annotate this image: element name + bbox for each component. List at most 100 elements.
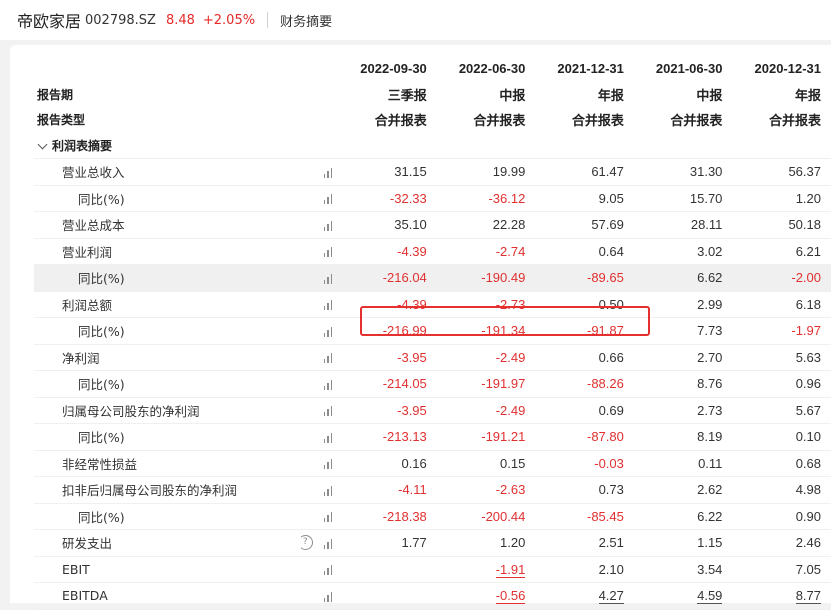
help-icon[interactable]: ? xyxy=(300,535,313,550)
value-cell: 6.21 xyxy=(732,238,831,265)
period-date[interactable]: 2022-09-30 xyxy=(338,56,437,82)
value-text: -85.45 xyxy=(587,508,624,524)
value-cell: 0.15 xyxy=(436,450,536,477)
table-row: 同比(%) -216.99 -191.34 -91.87 7.73 -1.97 xyxy=(34,317,831,345)
value-text: 4.59 xyxy=(697,588,723,605)
bar-chart-icon[interactable] xyxy=(323,300,333,311)
value-cell: 2.10 xyxy=(535,556,634,583)
value-cell[interactable]: 8.77 xyxy=(732,582,831,610)
bar-chart-icon[interactable] xyxy=(323,353,333,364)
value-cell: 5.67 xyxy=(732,397,831,424)
bar-chart-icon[interactable] xyxy=(323,194,333,205)
bar-chart-icon[interactable] xyxy=(323,167,333,178)
table-row: 归属母公司股东的净利润 -3.95 -2.49 0.69 2.73 5.67 xyxy=(34,397,831,424)
value-text: 2.70 xyxy=(697,349,723,365)
value-cell[interactable]: 4.59 xyxy=(633,582,733,610)
value-cell: -85.45 xyxy=(535,503,634,530)
value-cell[interactable]: -0.56 xyxy=(436,582,536,610)
value-text: -3.95 xyxy=(397,349,427,365)
value-text: -213.13 xyxy=(382,429,427,445)
value-text: 0.16 xyxy=(401,455,427,471)
value-cell: -89.65 xyxy=(535,264,634,292)
value-cell[interactable]: -1.91 xyxy=(436,556,536,583)
bar-chart-icon[interactable] xyxy=(323,512,333,523)
table-row: 扣非后归属母公司股东的净利润 -4.11 -2.63 0.73 2.62 4.98 xyxy=(34,476,831,504)
company-name: 帝欧家居 xyxy=(17,12,82,31)
bar-chart-icon[interactable] xyxy=(323,485,333,496)
section-row[interactable]: 利润表摘要 xyxy=(34,132,831,159)
value-cell: 8.76 xyxy=(633,370,733,398)
period-date[interactable]: 2021-12-31 xyxy=(535,56,634,82)
bar-chart-icon[interactable] xyxy=(323,326,333,337)
value-text: 0.90 xyxy=(795,508,821,524)
stock-code: 002798.SZ xyxy=(85,12,156,28)
bar-chart-icon[interactable] xyxy=(323,432,333,443)
bar-chart-icon[interactable] xyxy=(323,273,333,284)
section-toggle[interactable]: 利润表摘要 xyxy=(34,132,301,159)
value-text: -0.03 xyxy=(594,455,624,471)
value-text: 4.98 xyxy=(795,482,821,498)
financial-summary-panel: 2022-09-30 2022-06-30 2021-12-31 2021-06… xyxy=(10,45,831,610)
bar-chart-icon[interactable] xyxy=(323,406,333,417)
value-cell: 50.18 xyxy=(732,211,831,239)
value-cell: -190.49 xyxy=(436,264,536,292)
value-text: 1.20 xyxy=(795,190,821,206)
value-text: -91.87 xyxy=(587,323,624,339)
value-text: 0.10 xyxy=(795,429,821,445)
row-label: 同比(%) xyxy=(34,317,301,345)
value-cell: -216.99 xyxy=(338,317,437,345)
value-text: 7.05 xyxy=(795,561,821,577)
table-row: 研发支出? 1.77 1.20 2.51 1.15 2.46 xyxy=(34,529,831,557)
period-type: 中报 xyxy=(499,87,526,103)
value-cell: 28.11 xyxy=(633,211,733,239)
row-label: 同比(%) xyxy=(34,370,301,398)
bar-chart-icon[interactable] xyxy=(323,379,333,390)
value-text: 31.30 xyxy=(689,164,723,180)
period-date[interactable]: 2021-06-30 xyxy=(634,56,733,82)
value-text: 8.76 xyxy=(697,376,723,392)
row-label: 同比(%) xyxy=(34,264,301,292)
bar-chart-icon[interactable] xyxy=(323,247,333,258)
value-cell: 0.16 xyxy=(338,450,437,477)
bar-chart-icon[interactable] xyxy=(323,459,333,470)
value-cell: -3.95 xyxy=(338,344,437,371)
value-text: -200.44 xyxy=(481,508,526,524)
row-label: EBITDA xyxy=(34,582,301,610)
bar-chart-icon[interactable] xyxy=(323,220,333,231)
row-label: 报告类型 xyxy=(37,113,86,128)
row-label: 非经常性损益 xyxy=(34,450,301,477)
period-date[interactable]: 2020-12-31 xyxy=(732,56,831,82)
value-cell: 19.99 xyxy=(436,158,536,186)
value-text: -89.65 xyxy=(587,270,624,286)
period-header-row: 2022-09-30 2022-06-30 2021-12-31 2021-06… xyxy=(34,56,831,82)
stock-price: 8.48 xyxy=(165,12,195,28)
bar-chart-icon[interactable] xyxy=(323,538,333,549)
value-text: 6.22 xyxy=(697,508,723,524)
value-cell: 7.73 xyxy=(633,317,733,345)
price-change: +2.05% xyxy=(202,12,256,28)
bar-chart-icon[interactable] xyxy=(323,591,333,602)
value-text: 61.47 xyxy=(591,164,624,180)
value-cell: 0.90 xyxy=(732,503,831,530)
value-cell: -213.13 xyxy=(338,423,437,451)
value-cell: 57.69 xyxy=(535,211,634,239)
tab-financial-summary[interactable]: 财务摘要 xyxy=(280,11,332,30)
value-cell: 0.64 xyxy=(535,238,634,265)
period-date[interactable]: 2022-06-30 xyxy=(437,56,536,82)
bar-chart-icon[interactable] xyxy=(323,565,333,576)
value-text: 2.73 xyxy=(697,402,723,418)
value-cell: 6.22 xyxy=(633,503,733,530)
row-label: 报告期 xyxy=(37,87,74,102)
value-text: 2.10 xyxy=(598,561,624,577)
value-text: -4.39 xyxy=(397,296,427,312)
value-text: 0.11 xyxy=(698,455,723,471)
value-text: -4.39 xyxy=(397,243,427,259)
value-cell: 2.62 xyxy=(633,476,733,504)
chevron-down-icon xyxy=(37,139,48,150)
period-type-row: 报告期 三季报 中报 年报 中报 年报 xyxy=(34,82,831,108)
value-text: 5.63 xyxy=(795,349,821,365)
value-cell[interactable]: 4.27 xyxy=(535,582,634,610)
value-cell: -2.63 xyxy=(436,476,536,504)
value-text: 3.02 xyxy=(697,243,723,259)
value-text: 6.62 xyxy=(697,270,723,286)
